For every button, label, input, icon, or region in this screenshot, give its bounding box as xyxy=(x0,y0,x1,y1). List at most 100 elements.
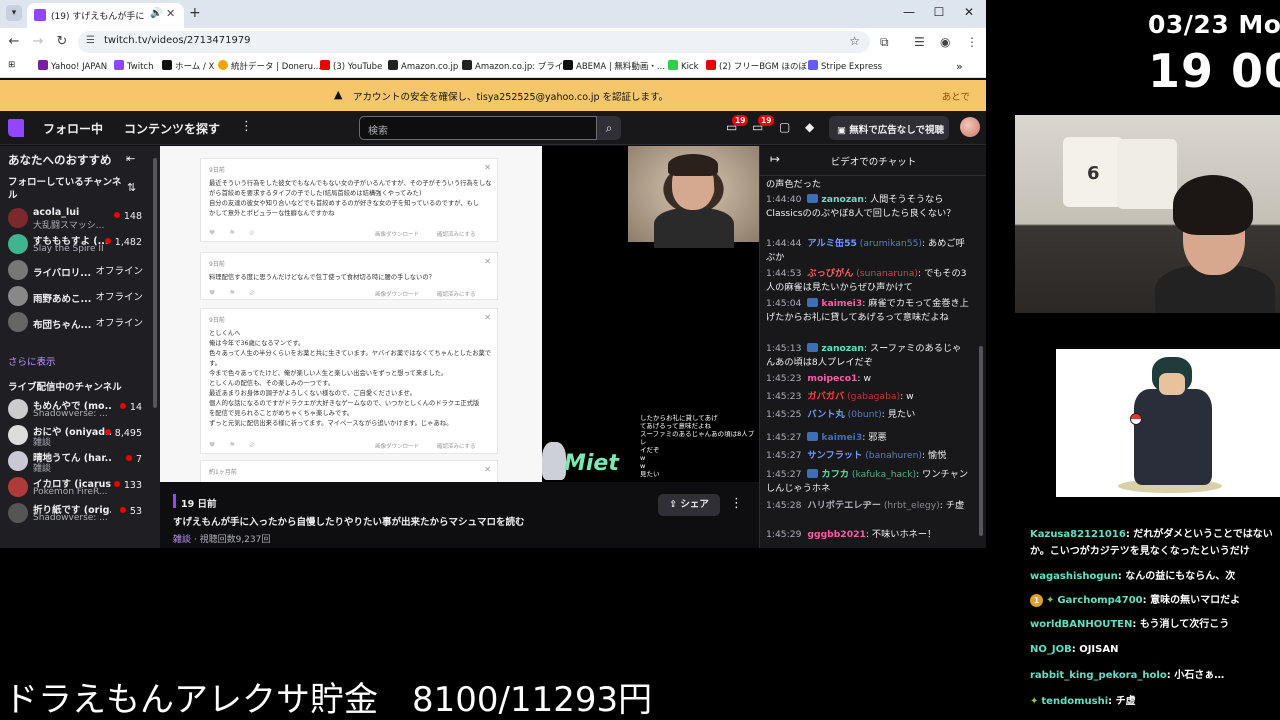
chat-message: 1:45:13 zanozan: スーファミのあるじゃんあの頃は8人プレイだぞ xyxy=(766,342,970,369)
sidebar-channel[interactable]: 雨野あめこ... オフライン xyxy=(0,283,152,309)
chat-timestamp: 1:45:27 xyxy=(766,432,802,443)
browser-tab[interactable]: (19) すげえもんが手に入ったか 🔊 ✕ xyxy=(27,3,184,28)
new-tab-icon[interactable]: + xyxy=(189,5,201,21)
extensions-icon[interactable]: ⧉ xyxy=(880,35,889,50)
bookmark-item[interactable]: Yahoo! JAPAN xyxy=(38,60,107,72)
chat-message: 1:45:27 サンフラット (banahuren): 愉悦 xyxy=(766,449,970,463)
tab-bar: ▾ (19) すげえもんが手に入ったか 🔊 ✕ + — ☐ ✕ xyxy=(0,0,986,28)
chat-username[interactable]: ハリボテエレヂー xyxy=(807,500,881,511)
bookmark-star-icon[interactable]: ☆ xyxy=(849,34,860,48)
notif-badge: 19 xyxy=(732,115,749,126)
sidebar-channel[interactable]: acola_lui 大乱闘スマッシ... 148 xyxy=(0,205,152,231)
share-button[interactable]: ⇪ シェア xyxy=(658,494,720,516)
maximize-icon[interactable]: ☐ xyxy=(929,5,949,19)
tab-search-icon[interactable]: ▾ xyxy=(6,5,22,21)
show-more-link[interactable]: さらに表示 xyxy=(8,354,56,368)
chat-username[interactable]: kaimei3 xyxy=(821,298,862,309)
tab-title: (19) すげえもんが手に入ったか xyxy=(51,12,145,22)
sidebar-channel[interactable]: イカロす (icarus...Pokémon FireR...133 xyxy=(0,474,152,500)
more-options-icon[interactable]: ⋮ xyxy=(730,496,743,511)
bookmark-item[interactable]: Amazon.co.jp: ブライ... xyxy=(462,60,571,72)
video-chat-panel: ↦ ビデオでのチャット の声色だった 1:44:40 zanozan: 人間そうそう… xyxy=(759,146,986,548)
close-icon[interactable]: ✕ xyxy=(166,7,175,20)
chat-username[interactable]: サンフラット xyxy=(807,450,862,461)
viewer-count: 14 xyxy=(120,402,142,413)
sidebar-channel[interactable]: もめんやで (mo... Shadowverse: ... 14 xyxy=(0,396,152,422)
notifications-icon[interactable]: ▭ 19 xyxy=(726,115,749,134)
sort-icon[interactable]: ⇅ xyxy=(127,181,136,194)
more-kebab-icon[interactable]: ⋮ xyxy=(240,119,253,134)
apps-grid-icon[interactable]: ⊞ xyxy=(8,60,15,70)
chat-timestamp: 1:45:23 xyxy=(766,373,802,384)
video-meta: 雑談 · 視聴回数9,237回 xyxy=(173,532,270,545)
bits-icon[interactable]: ◆ xyxy=(805,120,814,134)
adfree-button[interactable]: ▣ 無料で広告なしで視聴 xyxy=(829,116,949,140)
download-label: 画像ダウンロード xyxy=(375,292,420,298)
forward-icon[interactable]: → xyxy=(30,34,46,49)
nav-browse[interactable]: コンテンツを探す xyxy=(124,120,220,137)
address-bar[interactable]: ☰ twitch.tv/videos/2713471979 ☆ xyxy=(78,31,870,53)
chat-username[interactable]: gggbb2021 xyxy=(807,529,865,540)
chat-timestamp: 1:45:29 xyxy=(766,529,802,540)
viewer-count: 8,495 xyxy=(105,428,142,439)
user-avatar[interactable] xyxy=(960,117,980,137)
bookmark-item[interactable]: ホーム / X xyxy=(162,60,214,72)
sidebar-channel[interactable]: ライバロリ... オフライン xyxy=(0,257,152,283)
twitch-logo-icon[interactable] xyxy=(8,119,24,137)
hanging-jersey: 6 xyxy=(1063,137,1123,207)
chat-scrollbar[interactable] xyxy=(979,346,983,536)
menu-kebab-icon[interactable]: ⋮ xyxy=(966,35,978,49)
bookmark-item[interactable]: ABEMA | 無料動画・... xyxy=(563,60,665,72)
sidebar-scrollbar[interactable] xyxy=(153,158,157,408)
sidebar-channel[interactable]: すもももすよ (... Slay the Spire II 1,482 xyxy=(0,231,152,257)
chat-username[interactable]: zanozan xyxy=(821,194,864,205)
bookmark-item[interactable]: Stripe Express xyxy=(808,60,882,72)
chat-username[interactable]: kaimei3 xyxy=(821,432,862,443)
chat-username[interactable]: カフカ xyxy=(821,469,849,480)
sidebar-channel[interactable]: 布団ちゃん... オフライン xyxy=(0,309,152,335)
chat-timestamp: 1:44:53 xyxy=(766,268,802,279)
reload-icon[interactable]: ↻ xyxy=(54,34,70,49)
video-player[interactable]: 9日前 ✕ 最近そういう行為をした彼女でもなんでもない女の子がいるんですが、その… xyxy=(160,146,759,482)
bookmark-item[interactable]: (3) YouTube xyxy=(320,60,382,72)
site-info-icon[interactable]: ☰ xyxy=(86,35,95,46)
sidebar-channel[interactable]: 晴地うてん (har... 雑談 7 xyxy=(0,448,152,474)
chat-username: worldBANHOUTEN xyxy=(1030,619,1133,630)
search-input[interactable]: 検索 xyxy=(359,116,597,140)
chat-username[interactable]: ガバガバ xyxy=(807,391,844,402)
category-link[interactable]: 雑談 xyxy=(173,535,191,545)
chat-username[interactable]: バント丸 xyxy=(807,409,844,420)
chat-username[interactable]: ぶっぴがん xyxy=(807,268,853,279)
whispers-icon[interactable]: ▢ xyxy=(779,120,790,134)
sidebar-channel[interactable]: 折り紙です (orig...Shadowverse: ...53 xyxy=(0,500,152,526)
back-icon[interactable]: ← xyxy=(6,34,22,49)
channel-category: Shadowverse: ... xyxy=(33,409,108,419)
sidebar-channel[interactable]: おにや (oniyad... 雑談 8,495 xyxy=(0,422,152,448)
tab-groups-icon[interactable]: ☰ xyxy=(914,35,925,49)
chat-username[interactable]: アルミ缶55 xyxy=(807,238,856,249)
inbox-icon[interactable]: ▭ 19 xyxy=(752,115,775,134)
bookmark-item[interactable]: Twitch xyxy=(114,60,154,72)
search-icon[interactable]: ⌕ xyxy=(597,116,621,140)
collapse-sidebar-icon[interactable]: ⇤ xyxy=(126,152,135,165)
speaker-icon[interactable]: 🔊 xyxy=(150,8,162,19)
chat-username[interactable]: zanozan xyxy=(821,343,864,354)
minimize-icon[interactable]: — xyxy=(899,5,919,19)
nav-following[interactable]: フォロー中 xyxy=(43,120,103,137)
more-bookmarks-icon[interactable]: » xyxy=(956,60,963,73)
channel-avatar xyxy=(8,451,28,471)
chat-username[interactable]: moipeco1 xyxy=(807,373,857,384)
channel-category: 雑談 xyxy=(33,438,52,448)
flag-icon: ⚑ xyxy=(229,441,236,449)
profile-icon[interactable]: ◉ xyxy=(940,35,950,49)
later-link[interactable]: あとで xyxy=(942,89,970,103)
chat-message-list: の声色だった 1:44:40 zanozan: 人間そうそうならClassicsのの… xyxy=(760,176,980,548)
bookmark-item[interactable]: Amazon.co.jp xyxy=(388,60,458,72)
warning-text: アカウントの安全を確保し、tisya252525@yahoo.co.jp を認証… xyxy=(353,92,669,103)
bookmark-item[interactable]: 統計データ | Doneru... xyxy=(218,60,321,72)
bookmark-item[interactable]: (2) フリーBGM ほのぼ... xyxy=(706,60,815,72)
bookmark-item[interactable]: Kick xyxy=(668,60,699,72)
overlay-chat-message: worldBANHOUTEN: もう消して次行こう xyxy=(1030,616,1274,633)
window-close-icon[interactable]: ✕ xyxy=(959,5,979,19)
hanging-jersey xyxy=(1117,139,1177,209)
